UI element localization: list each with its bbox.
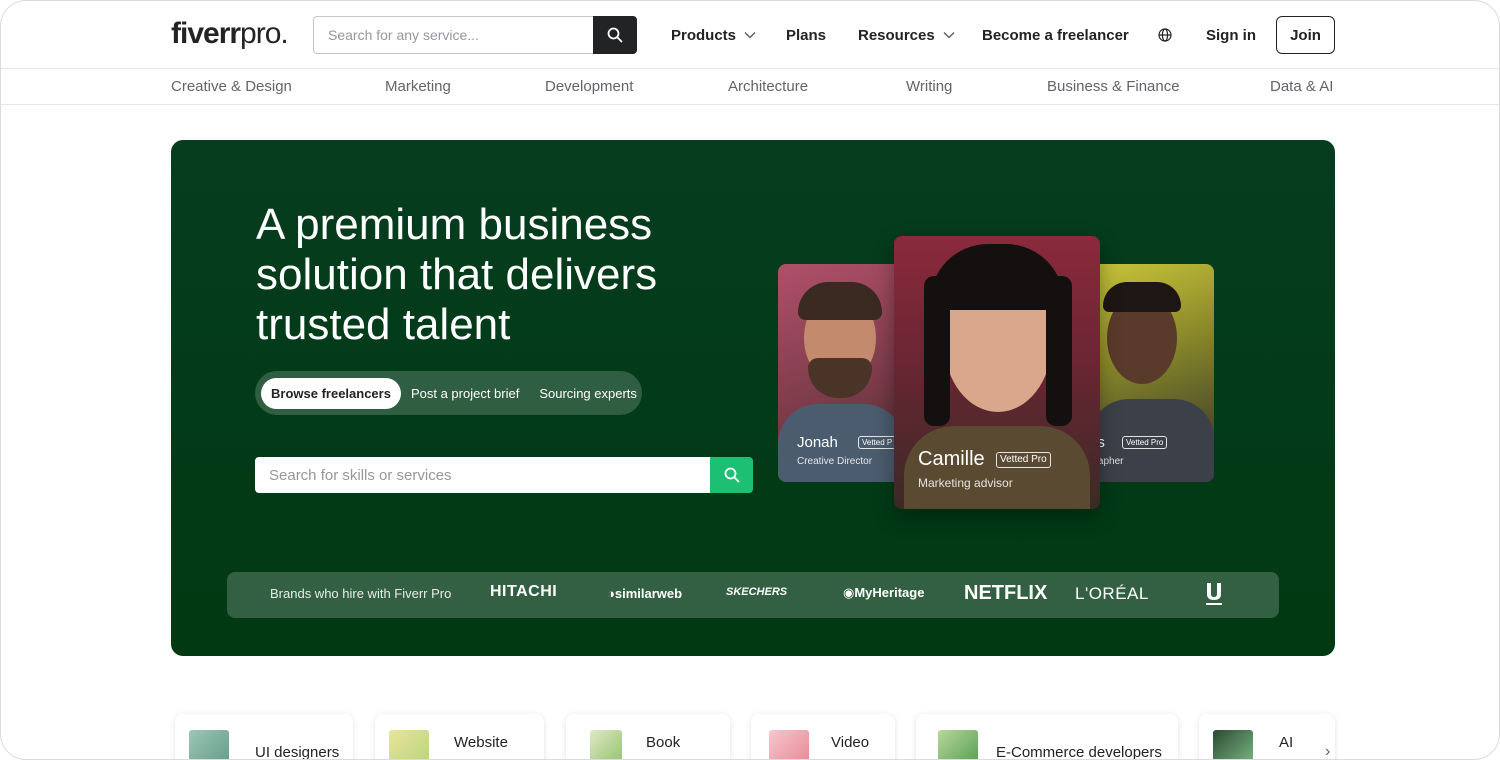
- brand-hitachi-logo: HITACHI: [490, 583, 558, 600]
- search-icon: [724, 467, 739, 483]
- hero-tabs: Browse freelancers Post a project brief …: [255, 371, 642, 415]
- tab-sourcing-experts[interactable]: Sourcing experts: [529, 378, 647, 409]
- brand-unilever-logo: [1203, 581, 1225, 607]
- portrait-hair-right: [1046, 276, 1072, 426]
- category-business-finance[interactable]: Business & Finance: [1047, 78, 1180, 95]
- logo-suffix: pro.: [240, 17, 289, 50]
- service-thumbnail: [590, 730, 622, 759]
- profile-role: Creative Director: [797, 456, 873, 467]
- brand-skechers-logo: SKECHERS: [726, 586, 788, 598]
- category-marketing[interactable]: Marketing: [385, 78, 451, 95]
- service-thumbnail: [389, 730, 429, 759]
- nav-become-freelancer[interactable]: Become a freelancer: [982, 1, 1129, 69]
- chevron-down-icon: [744, 31, 756, 39]
- globe-icon: [1158, 28, 1172, 42]
- portrait-beard: [808, 358, 872, 398]
- chevron-down-icon: [943, 31, 955, 39]
- service-thumbnail: [938, 730, 978, 759]
- service-thumbnail: [769, 730, 809, 759]
- tab-browse-freelancers[interactable]: Browse freelancers: [261, 377, 401, 409]
- hero-search-button[interactable]: [710, 457, 753, 493]
- nav-products-label: Products: [671, 26, 737, 44]
- vetted-pro-badge: Vetted P: [858, 436, 897, 449]
- unilever-icon: [1206, 583, 1222, 605]
- page-frame: fiverrpro. Products Plans Resources: [0, 0, 1500, 760]
- portrait-hair: [1103, 282, 1181, 312]
- nav-resources-label: Resources: [858, 26, 935, 44]
- portrait-hair: [798, 282, 882, 320]
- portrait-hair-left: [924, 276, 950, 426]
- service-label: Book: [646, 734, 681, 751]
- language-button[interactable]: [1158, 1, 1172, 69]
- hero-title: A premium business solution that deliver…: [256, 200, 658, 349]
- category-writing[interactable]: Writing: [906, 78, 952, 95]
- profile-card-camille[interactable]: Camille Vetted Pro Marketing advisor: [894, 236, 1100, 509]
- brand-netflix-logo: NETFLIX: [964, 582, 1048, 604]
- service-card-ecommerce-developers[interactable]: E-Commerce developers: [916, 714, 1178, 760]
- profile-name: Jonah: [797, 434, 838, 451]
- service-thumbnail: [1213, 730, 1253, 759]
- category-bar: Creative & Design Marketing Development …: [1, 70, 1499, 105]
- header-search: [313, 16, 637, 54]
- join-label: Join: [1290, 26, 1321, 44]
- nav-sign-in-label: Sign in: [1206, 26, 1256, 44]
- service-card-website[interactable]: Website: [375, 714, 544, 759]
- brands-strip: Brands who hire with Fiverr Pro HITACHI …: [227, 572, 1279, 618]
- top-header: fiverrpro. Products Plans Resources: [1, 1, 1499, 69]
- service-label: E-Commerce developers: [996, 744, 1162, 760]
- nav-sign-in[interactable]: Sign in: [1206, 1, 1256, 69]
- profile-card-jonah[interactable]: Jonah Vetted P Creative Director: [778, 264, 904, 482]
- vetted-pro-badge: Vetted Pro: [996, 452, 1051, 468]
- nav-products[interactable]: Products: [671, 1, 756, 69]
- nav-become-freelancer-label: Become a freelancer: [982, 26, 1129, 44]
- nav-plans[interactable]: Plans: [786, 1, 826, 69]
- brand-myheritage-logo: ◉MyHeritage: [843, 585, 925, 600]
- header-search-input[interactable]: [313, 16, 593, 54]
- category-architecture[interactable]: Architecture: [728, 78, 808, 95]
- profile-name: Camille: [918, 448, 985, 470]
- service-label: AI: [1279, 734, 1294, 751]
- tab-post-project-brief[interactable]: Post a project brief: [401, 378, 529, 409]
- hero-search: [255, 457, 753, 493]
- category-data-ai[interactable]: Data & AI: [1270, 78, 1333, 95]
- vetted-pro-badge: Vetted Pro: [1122, 436, 1168, 449]
- chevron-right-icon[interactable]: ›: [1325, 743, 1330, 759]
- brand-similarweb-logo: ◑similarweb: [607, 586, 683, 601]
- header-search-button[interactable]: [593, 16, 637, 54]
- service-card-book[interactable]: Book: [566, 714, 730, 759]
- profile-role: Marketing advisor: [918, 476, 1013, 490]
- portrait-bangs: [930, 244, 1064, 310]
- join-button[interactable]: Join: [1276, 16, 1335, 54]
- category-development[interactable]: Development: [545, 78, 633, 95]
- profile-card-right[interactable]: es Vetted Pro grapher: [1089, 264, 1214, 482]
- service-card-ai[interactable]: AI: [1199, 714, 1335, 759]
- brand-loreal-logo: L'ORÉAL: [1075, 584, 1149, 603]
- service-label: UI designers: [255, 744, 340, 760]
- service-label: Video: [831, 734, 870, 751]
- nav-resources[interactable]: Resources: [858, 1, 955, 69]
- hero-banner: A premium business solution that deliver…: [171, 140, 1335, 656]
- service-label: Website: [454, 734, 508, 751]
- category-creative-design[interactable]: Creative & Design: [171, 78, 292, 95]
- fiverr-pro-logo[interactable]: fiverrpro.: [171, 17, 289, 51]
- search-icon: [607, 27, 623, 43]
- nav-plans-label: Plans: [786, 26, 827, 44]
- brands-label: Brands who hire with Fiverr Pro: [270, 586, 452, 601]
- hero-search-input[interactable]: [255, 457, 710, 493]
- service-card-ui-designers[interactable]: UI designers: [175, 714, 353, 760]
- logo-main: fiverr: [171, 17, 241, 50]
- service-card-video[interactable]: Video: [751, 714, 895, 759]
- service-thumbnail: [189, 730, 229, 759]
